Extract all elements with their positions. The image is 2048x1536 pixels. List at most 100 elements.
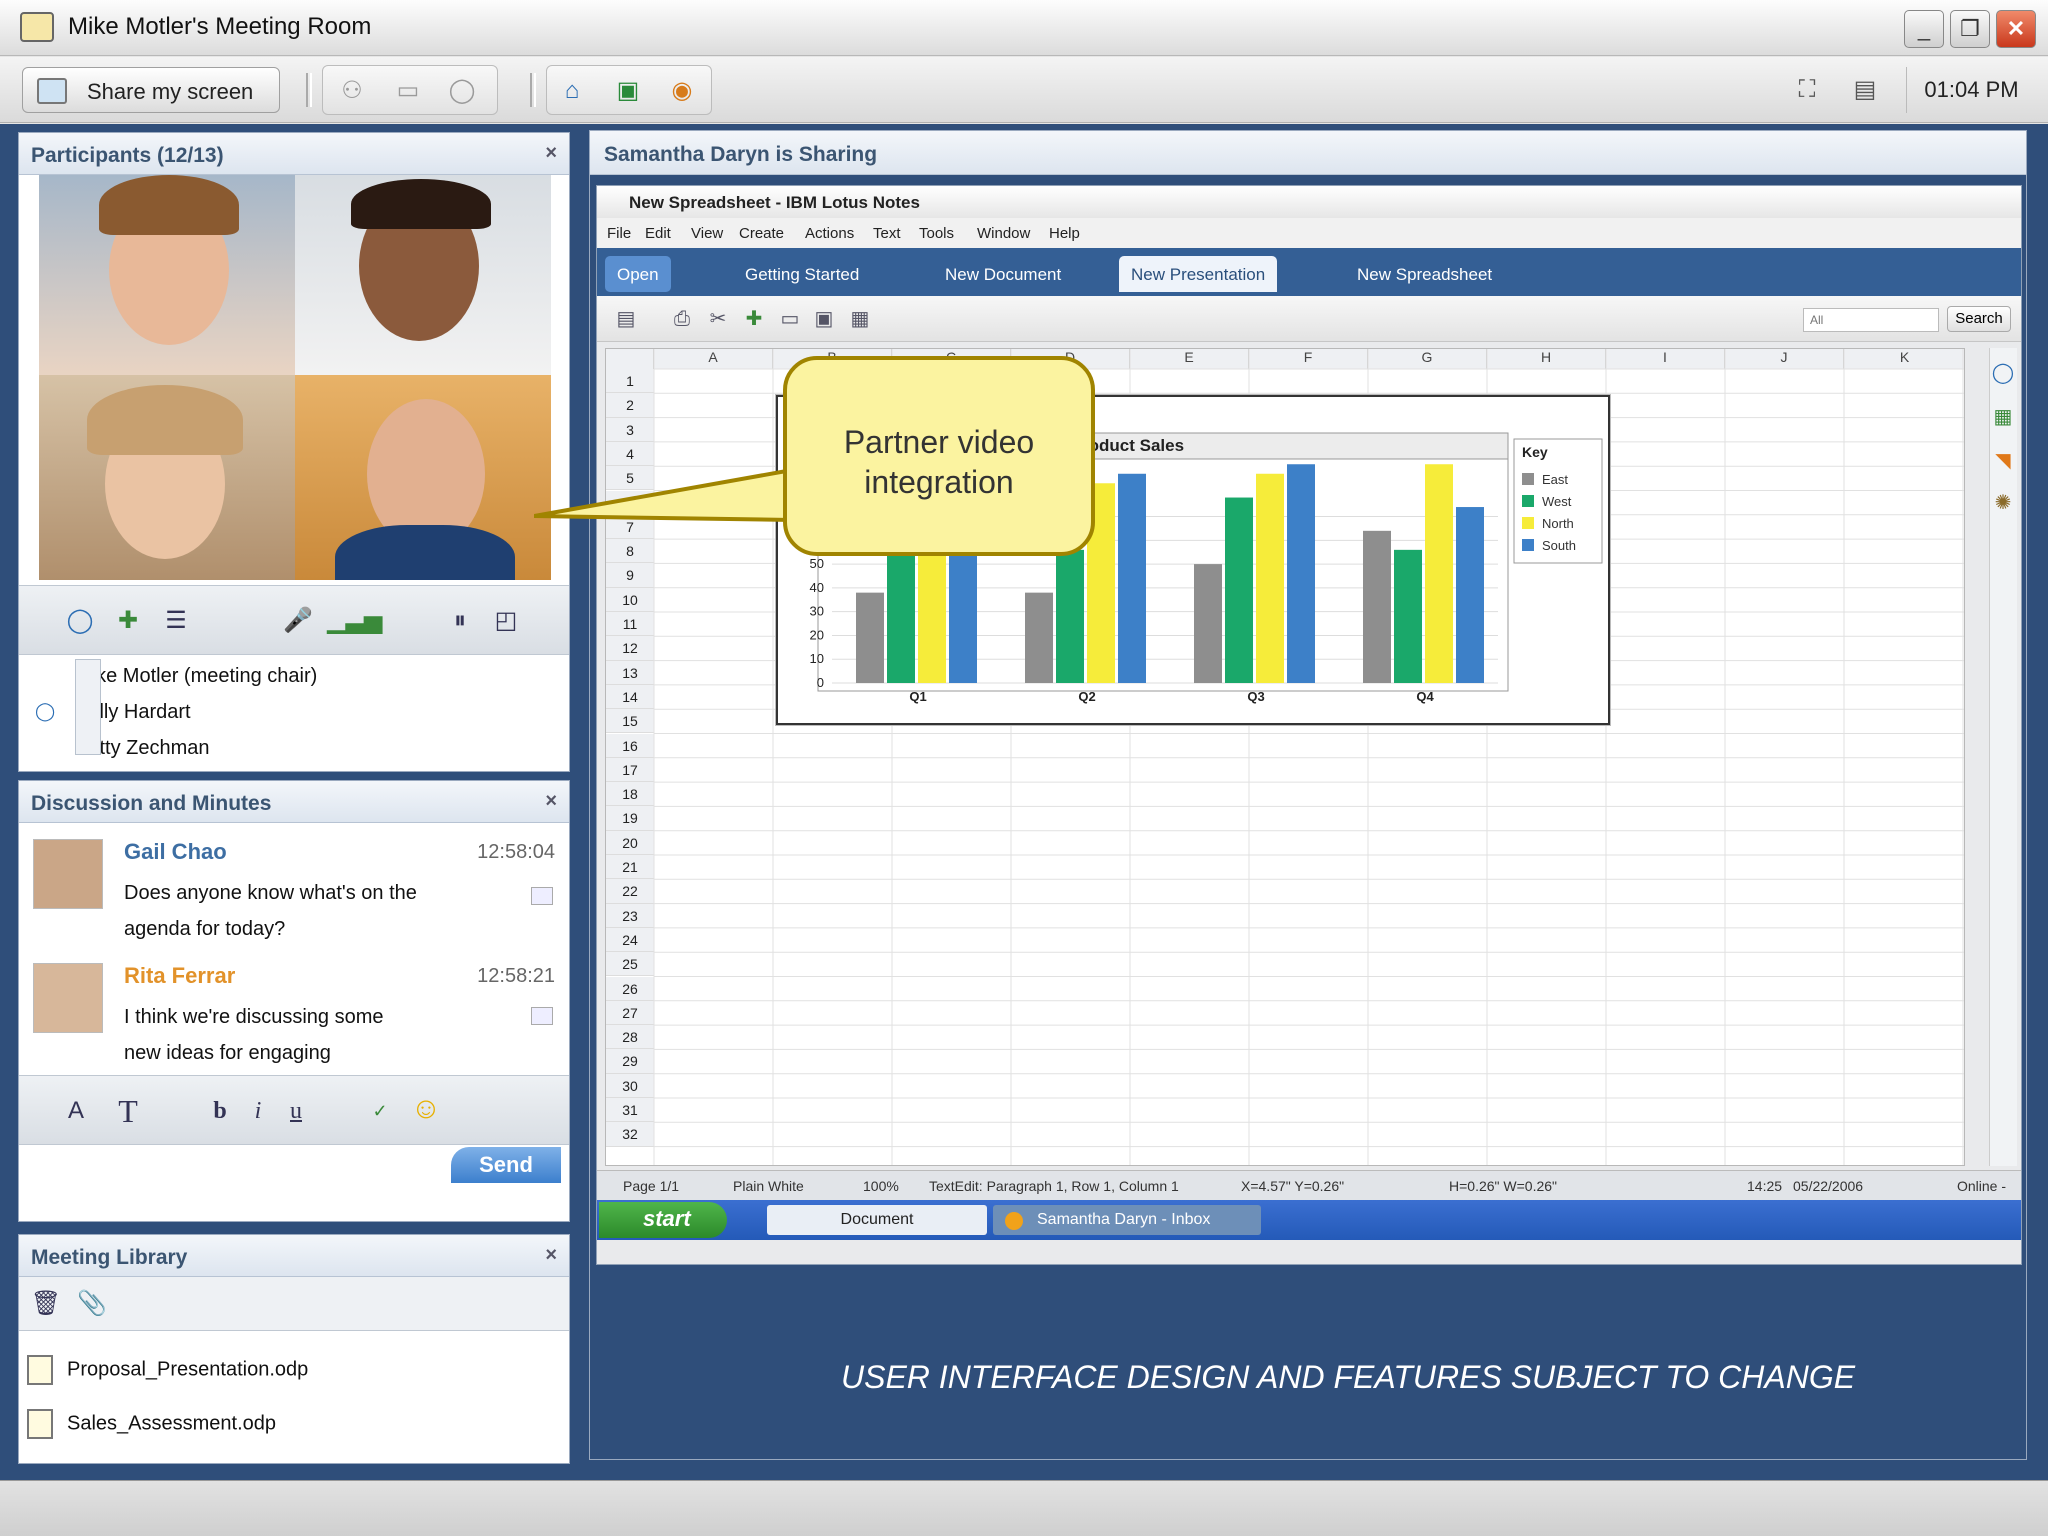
tab-new-document[interactable]: New Document xyxy=(933,256,1073,292)
start-button[interactable]: start xyxy=(599,1202,727,1238)
flag-icon[interactable] xyxy=(531,887,553,905)
toolbar-group-share: ⌂ ▣ ◉ xyxy=(546,65,712,115)
legend-label-east: East xyxy=(1542,472,1568,487)
search-input[interactable] xyxy=(1803,308,1939,332)
participant-shirt xyxy=(335,525,515,580)
video-tile-4[interactable] xyxy=(295,375,551,580)
edit-icon[interactable]: ▭ xyxy=(773,302,807,336)
layout-icon[interactable]: ▤ xyxy=(1848,73,1882,107)
participant-hair xyxy=(351,179,491,229)
volume-level-icon[interactable]: ▁▃▅ xyxy=(327,604,382,638)
menu-edit[interactable]: Edit xyxy=(645,225,671,242)
bar-north-q3 xyxy=(1256,473,1284,683)
status-zoom[interactable]: 100% xyxy=(863,1178,899,1194)
fullscreen-icon[interactable]: ⛶ xyxy=(1790,73,1824,107)
close-button[interactable]: ✕ xyxy=(1996,10,2036,48)
microphone-icon[interactable]: 🎤 xyxy=(281,604,315,638)
close-panel-icon[interactable]: × xyxy=(545,1244,557,1267)
calendar-icon[interactable]: ▦ xyxy=(1986,400,2020,434)
menu-view[interactable]: View xyxy=(691,225,723,242)
cut-icon[interactable]: ✂ xyxy=(701,302,735,336)
library-file[interactable]: Sales_Assessment.odp xyxy=(27,1409,276,1439)
trash-icon[interactable]: 🗑 xyxy=(29,1287,63,1321)
search-button[interactable]: Search xyxy=(1947,306,2011,332)
save-icon[interactable]: ▦ xyxy=(843,302,877,336)
status-bar xyxy=(0,1480,2048,1536)
spellcheck-icon[interactable]: ✓ xyxy=(363,1094,397,1128)
y-tick-label: 0 xyxy=(817,675,824,690)
chat-icon[interactable]: ◯ xyxy=(63,604,97,638)
participant-hair xyxy=(87,385,243,455)
notes-title: New Spreadsheet - IBM Lotus Notes xyxy=(597,186,2021,218)
x-tick-label: Q2 xyxy=(1078,689,1095,704)
send-button[interactable]: Send xyxy=(451,1147,561,1183)
media-icon[interactable]: ◉ xyxy=(665,74,699,108)
bold-icon[interactable]: b xyxy=(203,1094,237,1128)
close-panel-icon[interactable]: × xyxy=(545,142,557,165)
chart-title: roduct Sales xyxy=(1082,436,1184,455)
activities-icon[interactable]: ✺ xyxy=(1986,486,2020,520)
share-screen-button[interactable]: Share my screen xyxy=(22,67,280,113)
presentation-icon[interactable]: ⌂ xyxy=(555,74,589,108)
video-tile-3[interactable] xyxy=(39,375,295,580)
tab-new-spreadsheet[interactable]: New Spreadsheet xyxy=(1345,256,1504,292)
attach-icon[interactable]: 📎 xyxy=(75,1287,109,1321)
participants-panel: Participants (12/13) × ◯ ✚ ☰ 🎤 ▁▃▅ ⏸ ◰ M… xyxy=(18,132,570,772)
library-toolbar: 🗑 📎 xyxy=(19,1277,569,1331)
participant-scrollbar[interactable] xyxy=(75,659,101,755)
notes-tabs: Open Getting Started New Document New Pr… xyxy=(597,248,2021,296)
tab-new-presentation[interactable]: New Presentation xyxy=(1119,256,1278,292)
bar-south-q4 xyxy=(1456,507,1484,683)
chat-icon[interactable]: ◯ xyxy=(1986,356,2020,390)
status-online[interactable]: Online - xyxy=(1957,1178,2006,1194)
pause-icon[interactable]: ⏸ xyxy=(443,604,477,638)
menu-window[interactable]: Window xyxy=(977,225,1030,242)
close-panel-icon[interactable]: × xyxy=(545,790,557,813)
italic-icon[interactable]: i xyxy=(241,1094,275,1128)
open-button[interactable]: Open xyxy=(605,256,671,292)
whiteboard-icon[interactable]: ▣ xyxy=(611,74,645,108)
bar-east-q2 xyxy=(1025,592,1053,683)
participant-list: Mike Motler (meeting chair) Kelly Hardar… xyxy=(19,655,569,759)
maximize-button[interactable]: ❐ xyxy=(1950,10,1990,48)
library-panel: Meeting Library × 🗑 📎 Proposal_Presentat… xyxy=(18,1234,570,1464)
list-view-icon[interactable]: ☰ xyxy=(159,604,193,638)
menu-tools[interactable]: Tools xyxy=(919,225,954,242)
flag-icon[interactable] xyxy=(531,1007,553,1025)
status-page: Page 1/1 xyxy=(623,1178,680,1194)
message-input-area[interactable]: Send xyxy=(19,1145,569,1221)
underline-icon[interactable]: u xyxy=(279,1094,313,1128)
notes-app-icon xyxy=(1005,1212,1023,1230)
participant-item[interactable]: Mike Motler (meeting chair) xyxy=(75,665,317,688)
video-tile-2[interactable] xyxy=(295,175,551,375)
bar-south-q3 xyxy=(1287,464,1315,683)
menu-file[interactable]: File xyxy=(607,225,631,242)
taskbar-item-inbox[interactable]: Samantha Daryn - Inbox xyxy=(993,1205,1261,1235)
library-file[interactable]: Proposal_Presentation.odp xyxy=(27,1355,308,1385)
feed-icon[interactable]: ◥ xyxy=(1986,444,2020,478)
taskbar-item-document[interactable]: Document xyxy=(767,1205,987,1235)
print-icon[interactable]: ⎙ xyxy=(665,302,699,336)
menu-text[interactable]: Text xyxy=(873,225,901,242)
insert-icon[interactable]: ✚ xyxy=(737,302,771,336)
bar-east-q3 xyxy=(1194,564,1222,683)
callout-bubble: Partner video integration xyxy=(783,356,1095,556)
menu-actions[interactable]: Actions xyxy=(805,225,854,242)
tab-getting-started[interactable]: Getting Started xyxy=(733,256,871,292)
status-style[interactable]: Plain White xyxy=(733,1178,804,1194)
text-color-icon[interactable]: A xyxy=(59,1094,93,1128)
bar-west-q4 xyxy=(1394,549,1422,683)
sharing-header: Samantha Daryn is Sharing xyxy=(590,131,2026,175)
menu-create[interactable]: Create xyxy=(739,225,784,242)
copy-icon[interactable]: ▣ xyxy=(807,302,841,336)
emoticon-icon[interactable]: ☺ xyxy=(409,1092,443,1126)
menu-help[interactable]: Help xyxy=(1049,225,1080,242)
add-person-icon[interactable]: ✚ xyxy=(111,604,145,638)
video-tile-1[interactable] xyxy=(39,175,295,375)
minimize-button[interactable]: _ xyxy=(1904,10,1944,48)
new-icon[interactable]: ▤ xyxy=(609,302,643,336)
clipboard-icon: ▭ xyxy=(396,77,420,104)
message-time: 12:58:21 xyxy=(477,965,555,987)
layout-toggle-icon[interactable]: ◰ xyxy=(489,604,523,638)
font-icon[interactable]: T xyxy=(111,1094,145,1128)
